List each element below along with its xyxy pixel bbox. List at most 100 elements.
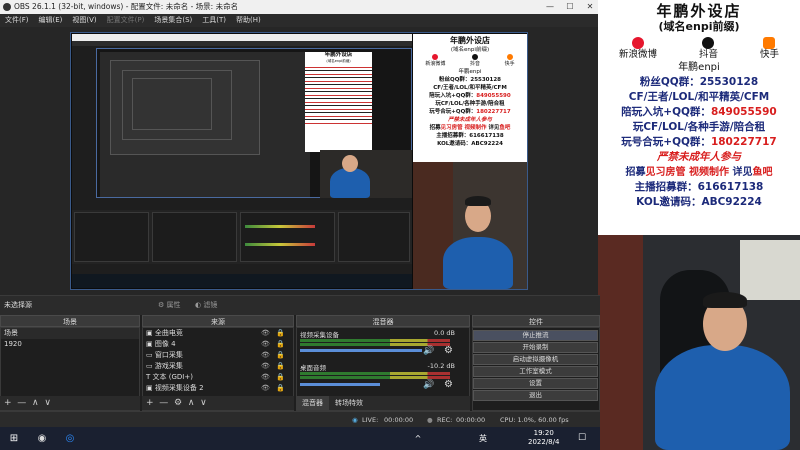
rec-time: 00:00:00 xyxy=(456,416,486,424)
nested-controls-dock xyxy=(338,212,410,262)
menu-scene-collection[interactable]: 场景集合(S) xyxy=(149,14,197,27)
tray-icons[interactable]: ^ ☐ ◎ 🔊 xyxy=(410,431,426,450)
lock-icon[interactable]: 🔒 xyxy=(276,383,285,394)
lock-icon[interactable]: 🔒 xyxy=(276,361,285,372)
source-item[interactable]: ▣ 图像 4 👁 🔒 xyxy=(143,339,293,350)
nested-taskbar xyxy=(72,274,412,288)
exit-button[interactable]: 退出 xyxy=(473,390,598,401)
source-image-icon: ▣ xyxy=(146,340,153,348)
minimize-button[interactable]: — xyxy=(540,0,560,14)
gear-icon[interactable]: ⚙ xyxy=(444,345,453,356)
live-indicator-icon: ◉ xyxy=(352,416,358,424)
start-virtual-camera-button[interactable]: 启动虚拟摄像机 xyxy=(473,354,598,365)
add-scene-button[interactable]: + xyxy=(4,398,12,408)
studio-mode-button[interactable]: 工作室模式 xyxy=(473,366,598,377)
remove-scene-button[interactable]: — xyxy=(17,398,26,408)
right-group1-prefix: 陪玩入坑+QQ群： xyxy=(621,106,711,118)
menu-file[interactable]: 文件(F) xyxy=(0,14,34,27)
source-item[interactable]: T 文本 (GDI+) 👁 🔒 xyxy=(143,372,293,383)
move-source-up-button[interactable]: ∧ xyxy=(188,398,195,408)
speaker-icon[interactable]: 🔊 xyxy=(423,380,434,390)
speaker-icon[interactable]: 🔊 xyxy=(423,346,434,356)
settings-button[interactable]: 设置 xyxy=(473,378,598,389)
visibility-eye-icon[interactable]: 👁 xyxy=(261,372,270,383)
preview-kol: KOL邀请码：ABC92224 xyxy=(437,141,503,147)
windows-start-icon[interactable]: ⊞ xyxy=(6,431,22,446)
no-source-label: 未选择源 xyxy=(4,301,32,309)
lock-icon[interactable]: 🔒 xyxy=(276,350,285,361)
preview-group3-num: 180227717 xyxy=(476,109,511,115)
right-poster-subtitle: (域名enpi前缀) xyxy=(658,20,740,33)
ime-indicator[interactable]: 英 xyxy=(475,431,491,446)
mixer-channel-1-db: 0.0 dB xyxy=(434,329,455,337)
move-scene-up-button[interactable]: ∧ xyxy=(32,398,39,408)
scene-item[interactable]: 场景 xyxy=(1,328,139,339)
source-item[interactable]: ▭ 窗口采集 👁 🔒 xyxy=(143,350,293,361)
lock-icon[interactable]: 🔒 xyxy=(276,372,285,383)
sources-dock-title: 来源 xyxy=(142,315,294,327)
move-source-down-button[interactable]: ∨ xyxy=(200,398,207,408)
preview-weibo-brand: 新浪微博 xyxy=(425,54,445,68)
gear-icon[interactable]: ⚙ xyxy=(444,379,453,390)
stop-streaming-button[interactable]: 停止推流 xyxy=(473,330,598,341)
mixer-channel-2-meter xyxy=(300,372,450,375)
visibility-eye-icon[interactable]: 👁 xyxy=(261,383,270,394)
nested-mixer-dock xyxy=(240,212,335,262)
lock-icon[interactable]: 🔒 xyxy=(276,339,285,350)
menu-tools[interactable]: 工具(T) xyxy=(197,14,231,27)
obs-taskbar-icon[interactable]: ◉ xyxy=(34,431,50,446)
mixer-channel-2-slider[interactable] xyxy=(300,383,380,386)
window-title: OBS 26.1.1 (32-bit, windows) - 配置文件: 未命名… xyxy=(14,2,239,11)
menu-view[interactable]: 视图(V) xyxy=(67,14,101,27)
nested-poster-title: 年鹏外设店 xyxy=(324,52,353,58)
tab-transitions[interactable]: 转场特效 xyxy=(329,396,369,410)
menu-help[interactable]: 帮助(H) xyxy=(231,14,266,27)
preview-douyin-brand: 抖音 xyxy=(470,54,480,68)
maximize-button[interactable]: ☐ xyxy=(560,0,580,14)
filters-button[interactable]: ◐ 滤镜 xyxy=(195,300,217,310)
browser-taskbar-icon[interactable]: ◎ xyxy=(62,431,78,446)
visibility-eye-icon[interactable]: 👁 xyxy=(261,350,270,361)
nested-webcam xyxy=(320,150,412,198)
menu-edit[interactable]: 编辑(E) xyxy=(34,14,68,27)
rec-indicator-icon: ● xyxy=(427,416,433,424)
source-window-icon: ▭ xyxy=(146,351,153,359)
windows-taskbar: ⊞ ◉ ◎ ^ ☐ ◎ 🔊 英 19:20 2022/8/4 ☐ xyxy=(0,427,600,450)
scene-item[interactable]: 1920 xyxy=(1,339,139,350)
visibility-eye-icon[interactable]: 👁 xyxy=(261,339,270,350)
notification-icon[interactable]: ☐ xyxy=(574,431,590,446)
right-poster-fans: 粉丝QQ群：25530128 xyxy=(639,76,759,88)
right-kuaishou-brand: 快手 xyxy=(760,37,779,61)
source-item[interactable]: ▭ 游戏采集 👁 🔒 xyxy=(143,361,293,372)
source-item[interactable]: ▣ 全曲电竞 👁 🔒 xyxy=(143,328,293,339)
taskbar-clock[interactable]: 19:20 2022/8/4 xyxy=(528,429,559,447)
source-camera-icon: ▣ xyxy=(146,384,153,392)
right-poster-games: CF/王者/LOL/和平精英/CFM xyxy=(628,91,770,103)
mixer-channel-2-name: 桌面音频 xyxy=(300,364,326,372)
mixer-channel-1-slider[interactable] xyxy=(300,349,422,352)
right-group3-num: 180227717 xyxy=(710,136,777,148)
visibility-eye-icon[interactable]: 👁 xyxy=(261,361,270,372)
source-item[interactable]: ▣ 视频采集设备 2 👁 🔒 xyxy=(143,383,293,394)
preview-warning: 严禁未成年人参与 xyxy=(447,117,492,123)
visibility-eye-icon[interactable]: 👁 xyxy=(261,328,270,339)
right-poster-handle: 年鹏enpi xyxy=(678,62,720,73)
start-recording-button[interactable]: 开始录制 xyxy=(473,342,598,353)
preview-webcam xyxy=(413,162,527,289)
remove-source-button[interactable]: — xyxy=(159,398,168,408)
cpu-fps: CPU: 1.0%, 60.00 fps xyxy=(500,416,569,424)
add-source-button[interactable]: + xyxy=(146,398,154,408)
source-settings-button[interactable]: ⚙ xyxy=(174,398,182,408)
rec-label: REC: xyxy=(437,416,453,424)
preview-recruit-mid: 详见 xyxy=(486,125,500,131)
tab-mixer[interactable]: 混音器 xyxy=(296,396,329,410)
menu-bar: 文件(F) 编辑(E) 视图(V) 配置文件(P) 场景集合(S) 工具(T) 帮助(H) xyxy=(0,14,600,27)
source-text-icon: T xyxy=(146,373,151,381)
nested-poster: 年鹏外设店 (域名enpi前缀) xyxy=(305,52,372,152)
source-toolbar: 未选择源 ⚙ 属性 ◐ 滤镜 xyxy=(0,295,600,315)
move-scene-down-button[interactable]: ∨ xyxy=(44,398,51,408)
close-button[interactable]: ✕ xyxy=(580,0,600,14)
properties-button[interactable]: ⚙ 属性 xyxy=(158,300,181,310)
menu-profile[interactable]: 配置文件(P) xyxy=(102,14,150,27)
lock-icon[interactable]: 🔒 xyxy=(276,328,285,339)
